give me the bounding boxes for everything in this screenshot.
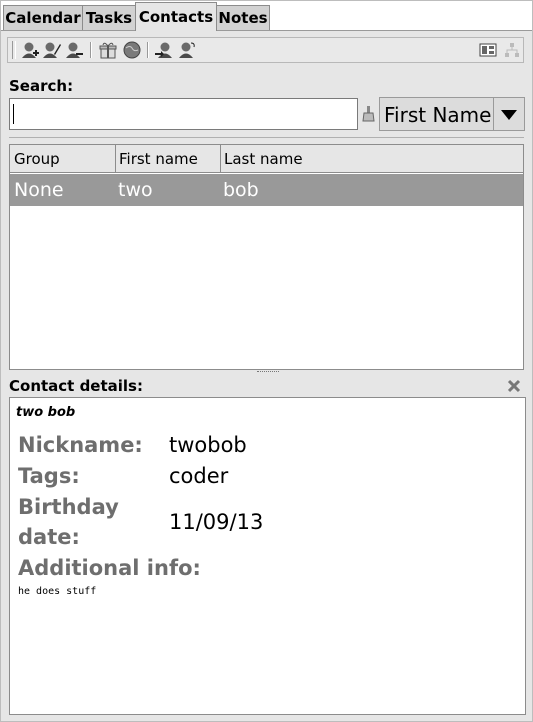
tab-notes[interactable]: Notes: [216, 5, 270, 30]
table-row[interactable]: None two bob: [10, 174, 523, 206]
tags-label: Tags:: [18, 464, 80, 488]
app-window: Calendar Tasks Contacts Notes Search: Fi…: [0, 0, 533, 722]
contact-card-icon[interactable]: [177, 40, 197, 60]
view-mode-icon[interactable]: [478, 40, 498, 60]
clear-search-icon[interactable]: [361, 105, 377, 123]
tree-view-icon[interactable]: [502, 40, 522, 60]
birthday-label: Birthday: [18, 495, 119, 519]
toolbar: [7, 37, 524, 63]
nickname-label: Nickname:: [18, 433, 143, 457]
cell-last-name: bob: [223, 179, 259, 201]
column-header-last-name[interactable]: Last name: [220, 145, 523, 173]
globe-icon[interactable]: [122, 40, 142, 60]
column-header-first-name[interactable]: First name: [115, 145, 221, 173]
export-contact-icon[interactable]: [154, 40, 174, 60]
tab-tasks[interactable]: Tasks: [82, 5, 136, 30]
close-icon[interactable]: [507, 378, 521, 393]
additional-info-label: Additional info:: [18, 556, 201, 580]
remove-contact-icon[interactable]: [64, 40, 84, 60]
search-input[interactable]: [9, 98, 358, 130]
table-header: Group First name Last name: [10, 145, 523, 173]
tags-value: coder: [169, 464, 229, 488]
chevron-down-icon[interactable]: [493, 98, 524, 130]
contact-details-panel: two bob Nickname: twobob Tags: coder Bir…: [9, 397, 526, 715]
add-contact-icon[interactable]: [20, 40, 40, 60]
toolbar-grip[interactable]: [12, 41, 16, 59]
cell-group: None: [14, 179, 64, 201]
column-header-group[interactable]: Group: [10, 145, 116, 173]
tab-contacts[interactable]: Contacts: [135, 2, 217, 31]
search-field-select[interactable]: First Name: [379, 97, 525, 131]
tab-calendar[interactable]: Calendar: [3, 5, 83, 30]
additional-info-value: he does stuff: [18, 586, 97, 597]
contact-full-name: two bob: [16, 405, 76, 420]
contacts-table: Group First name Last name None two bob: [9, 144, 524, 370]
nickname-value: twobob: [169, 433, 247, 457]
birthday-label-line2: date:: [18, 525, 80, 549]
search-label: Search:: [9, 77, 74, 95]
cell-first-name: two: [118, 179, 153, 201]
pane-splitter[interactable]: [257, 371, 279, 375]
text-caret: [13, 104, 14, 124]
birthday-value: 11/09/13: [169, 510, 264, 534]
tab-bar: Calendar Tasks Contacts Notes: [1, 1, 532, 31]
birthday-gift-icon[interactable]: [98, 40, 118, 60]
edit-contact-icon[interactable]: [42, 40, 62, 60]
contact-details-header: Contact details:: [9, 377, 143, 395]
search-field-value: First Name: [384, 103, 492, 127]
